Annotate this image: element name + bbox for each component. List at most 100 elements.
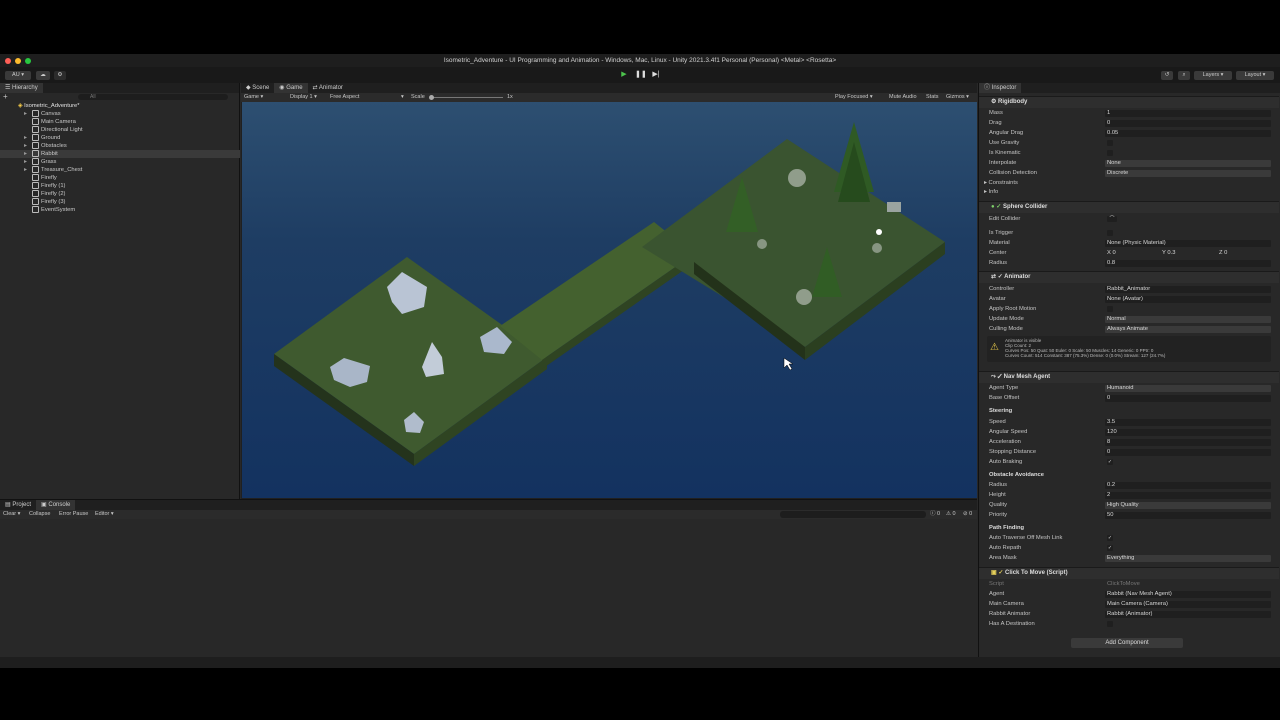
display-dropdown[interactable]: Display 1 ▾: [290, 93, 317, 102]
scale-slider-handle[interactable]: [429, 95, 434, 100]
use-gravity-checkbox[interactable]: [1107, 140, 1113, 146]
tab-scene[interactable]: ◆ Scene: [241, 83, 274, 93]
hierarchy-search-input[interactable]: All: [78, 94, 228, 100]
hierarchy-item[interactable]: Firefly (2): [0, 190, 240, 198]
collab-icon[interactable]: ⚙: [54, 71, 66, 80]
expand-arrow-icon[interactable]: ▸: [24, 166, 32, 174]
layout-dropdown[interactable]: Layout ▾: [1236, 71, 1274, 80]
account-dropdown[interactable]: AU ▾: [5, 71, 31, 80]
tab-animator[interactable]: ⇄ Animator: [308, 83, 348, 93]
layers-dropdown[interactable]: Layers ▾: [1194, 71, 1232, 80]
warning-count[interactable]: ⚠ 0: [946, 510, 956, 519]
history-icon[interactable]: ↺: [1161, 71, 1173, 80]
maximize-window-button[interactable]: [25, 58, 31, 64]
base-offset-field[interactable]: [1105, 395, 1271, 402]
hierarchy-item[interactable]: ▸ Rabbit: [0, 150, 240, 158]
game-mode-dropdown[interactable]: Game ▾: [244, 93, 263, 102]
error-count-value: 0: [969, 511, 973, 517]
close-window-button[interactable]: [5, 58, 11, 64]
search-icon[interactable]: ⌕: [1178, 71, 1190, 80]
collapse-toggle[interactable]: Collapse: [29, 510, 50, 519]
animator-header[interactable]: ⇄ ✓ Animator: [979, 271, 1279, 283]
expand-arrow-icon[interactable]: ▸: [24, 150, 32, 158]
angular-speed-field[interactable]: [1105, 429, 1271, 436]
interpolate-dropdown[interactable]: [1105, 160, 1271, 167]
play-focused-dropdown[interactable]: Play Focused ▾: [835, 93, 873, 102]
info-foldout[interactable]: ▸ Info: [979, 188, 1279, 197]
add-object-button[interactable]: +: [3, 93, 13, 101]
info-count[interactable]: ⓘ 0: [930, 510, 940, 519]
hierarchy-item[interactable]: ▸ Canvas: [0, 110, 240, 118]
tab-game[interactable]: ◉ Game: [274, 83, 308, 93]
is-trigger-checkbox[interactable]: [1107, 230, 1113, 236]
hierarchy-item[interactable]: Directional Light: [0, 126, 240, 134]
tab-project[interactable]: ▤ Project: [0, 500, 36, 510]
scale-slider[interactable]: [431, 97, 503, 98]
hierarchy-item[interactable]: Firefly (1): [0, 182, 240, 190]
scene-row[interactable]: ◈ Isometric_Adventure*: [0, 102, 240, 110]
play-icon[interactable]: ▶: [619, 70, 629, 80]
radius-field[interactable]: [1105, 260, 1271, 267]
error-count[interactable]: ⊘ 0: [963, 510, 972, 519]
game-viewport[interactable]: [242, 102, 977, 498]
hierarchy-item[interactable]: EventSystem: [0, 206, 240, 214]
obstacle-avoidance-heading: Obstacle Avoidance: [989, 472, 1044, 478]
auto-braking-checkbox[interactable]: ✓: [1107, 459, 1113, 465]
speed-field[interactable]: [1105, 419, 1271, 426]
step-icon[interactable]: ▶|: [651, 70, 661, 80]
auto-repath-checkbox[interactable]: ✓: [1107, 545, 1113, 551]
height-field[interactable]: [1105, 492, 1271, 499]
clear-dropdown[interactable]: Clear ▾: [3, 510, 20, 519]
center-x-value[interactable]: 0: [1112, 250, 1115, 256]
sphere-collider-header[interactable]: ● ✓ Sphere Collider: [979, 201, 1279, 213]
hierarchy-item[interactable]: ▸ Obstacles: [0, 142, 240, 150]
hierarchy-item[interactable]: Firefly (3): [0, 198, 240, 206]
minimize-window-button[interactable]: [15, 58, 21, 64]
auto-braking-row: Auto Braking ✓: [979, 458, 1279, 467]
stats-toggle[interactable]: Stats: [926, 93, 939, 102]
drag-field[interactable]: [1105, 120, 1271, 127]
collision-dropdown[interactable]: [1105, 170, 1271, 177]
has-destination-checkbox[interactable]: [1107, 621, 1113, 627]
rigidbody-header[interactable]: ⚙ Rigidbody: [979, 96, 1279, 108]
priority-field[interactable]: [1105, 512, 1271, 519]
aspect-chevron-icon[interactable]: ▾: [401, 93, 404, 102]
apply-root-motion-checkbox[interactable]: [1107, 306, 1113, 312]
hierarchy-item[interactable]: Firefly: [0, 174, 240, 182]
edit-collider-button[interactable]: ⌒: [1107, 216, 1117, 222]
angular-drag-field[interactable]: [1105, 130, 1271, 137]
quality-value: High Quality: [1107, 502, 1139, 508]
add-component-button[interactable]: Add Component: [1071, 638, 1183, 648]
editor-dropdown[interactable]: Editor ▾: [95, 510, 114, 519]
hierarchy-item[interactable]: ▸ Treasure_Chest: [0, 166, 240, 174]
update-mode-dropdown[interactable]: [1105, 316, 1271, 323]
script-header[interactable]: ▣ ✓ Click To Move (Script): [979, 567, 1279, 579]
is-kinematic-checkbox[interactable]: [1107, 150, 1113, 156]
aspect-dropdown[interactable]: Free Aspect: [330, 93, 359, 102]
rabbit-animator-row: Rabbit Animator Rabbit (Animator): [979, 610, 1279, 619]
stopping-distance-field[interactable]: [1105, 449, 1271, 456]
center-y-value[interactable]: 0.3: [1167, 250, 1175, 256]
cloud-icon[interactable]: ☁: [36, 71, 50, 80]
tab-console[interactable]: ▣ Console: [36, 500, 76, 510]
hierarchy-item[interactable]: ▸ Grass: [0, 158, 240, 166]
center-z-value[interactable]: 0: [1224, 250, 1227, 256]
traverse-checkbox[interactable]: ✓: [1107, 535, 1113, 541]
hierarchy-item[interactable]: ▸ Ground: [0, 134, 240, 142]
console-search-input[interactable]: [780, 511, 926, 518]
tab-inspector[interactable]: ⓘ Inspector: [979, 83, 1022, 93]
expand-arrow-icon[interactable]: ▸: [24, 142, 32, 150]
hierarchy-item[interactable]: Main Camera: [0, 118, 240, 126]
avoid-radius-field[interactable]: [1105, 482, 1271, 489]
gizmos-dropdown[interactable]: Gizmos ▾: [946, 93, 969, 102]
navmesh-agent-header[interactable]: ⤳ ✓ Nav Mesh Agent: [979, 371, 1279, 383]
pause-icon[interactable]: ❚❚: [635, 70, 647, 80]
expand-arrow-icon[interactable]: ▸: [24, 110, 32, 118]
constraints-foldout[interactable]: ▸ Constraints: [979, 179, 1279, 188]
error-pause-toggle[interactable]: Error Pause: [59, 510, 88, 519]
expand-arrow-icon[interactable]: ▸: [24, 158, 32, 166]
acceleration-field[interactable]: [1105, 439, 1271, 446]
mass-field[interactable]: [1105, 110, 1271, 117]
expand-arrow-icon[interactable]: ▸: [24, 134, 32, 142]
mute-audio-toggle[interactable]: Mute Audio: [889, 93, 917, 102]
